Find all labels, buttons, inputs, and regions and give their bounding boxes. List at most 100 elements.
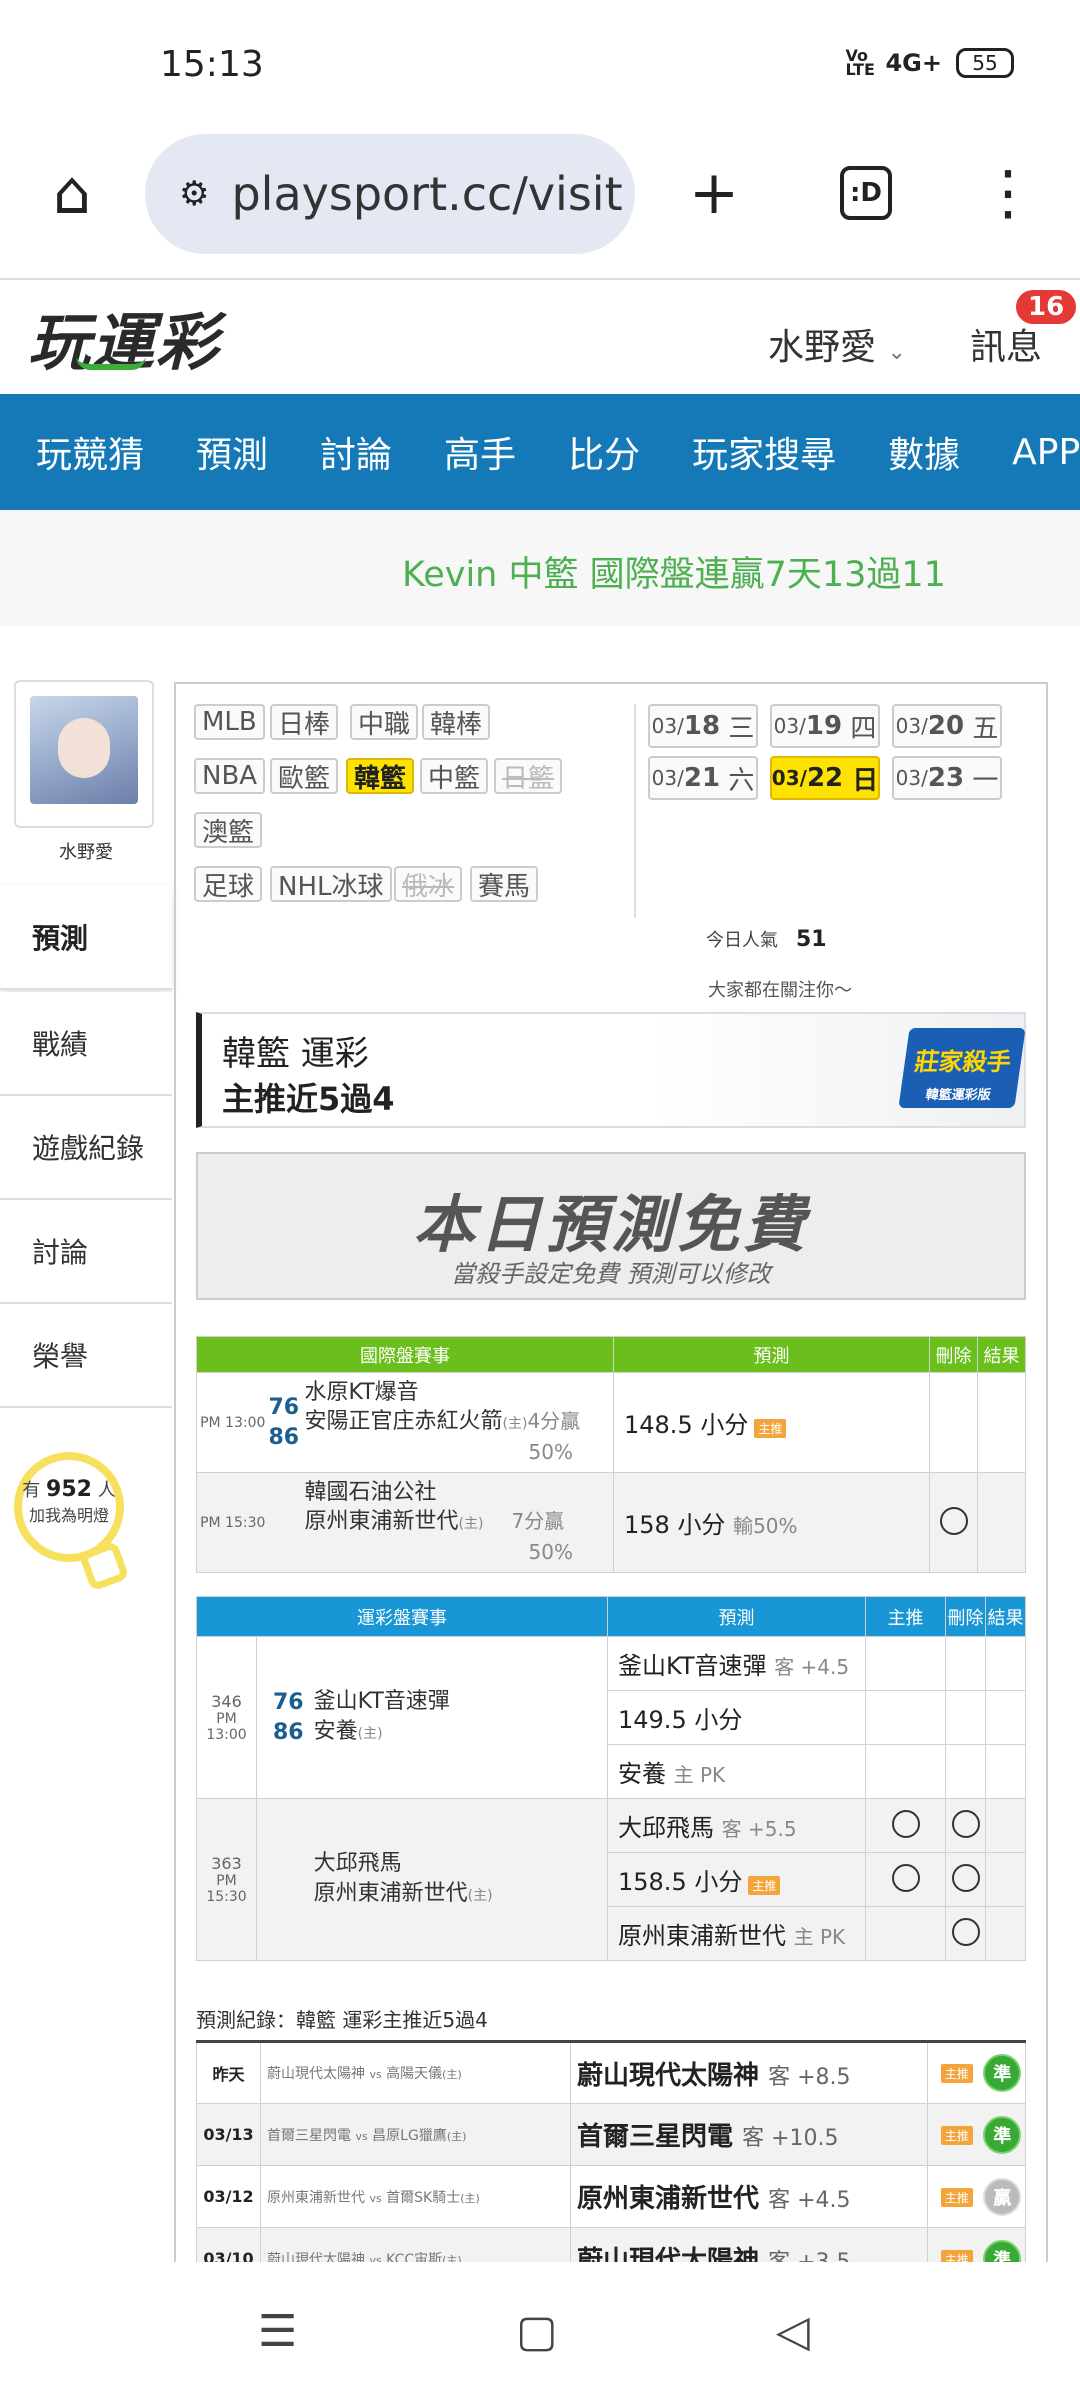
follow-lightbulb-button[interactable]: 有 952 人 加我為明燈 bbox=[14, 1452, 130, 1592]
prediction: 158.5 小分 bbox=[618, 1868, 743, 1896]
league-mlb[interactable]: MLB bbox=[194, 704, 265, 740]
fans-prefix: 有 bbox=[22, 1480, 41, 1501]
record-date: 03/13 bbox=[196, 2103, 261, 2166]
league-horse-racing[interactable]: 賽馬 bbox=[470, 866, 539, 902]
nav-item[interactable]: 比分 bbox=[568, 426, 640, 478]
date-weekday: 五 bbox=[972, 713, 999, 744]
league-cba[interactable]: 中籃 bbox=[420, 758, 489, 794]
league-kbl[interactable]: 韓籃 bbox=[346, 758, 415, 794]
tab-switcher-label: :D bbox=[840, 166, 892, 220]
fans-suffix: 人 bbox=[97, 1480, 116, 1501]
record-date: 昨天 bbox=[196, 2041, 261, 2104]
league-kbo[interactable]: 韓棒 bbox=[422, 704, 491, 740]
date-month: 03/ bbox=[895, 766, 928, 790]
record-home-mark: (主) bbox=[446, 2129, 467, 2143]
signal-icon: 4G+ bbox=[885, 49, 942, 77]
col-header: 刪除 bbox=[945, 1596, 986, 1637]
record-home: 首爾SK騎士 bbox=[386, 2189, 461, 2206]
table-row: 03/13 首爾三星閃電 vs 昌原LG獵鷹(主) 首爾三星閃電 客 +10.5… bbox=[196, 2103, 1026, 2166]
nav-item[interactable]: APP bbox=[1012, 432, 1080, 473]
avatar[interactable] bbox=[14, 680, 154, 828]
table-row: 346 PM 13:00 76 86 釜山KT音速彈 安養(主) 釜山KT音速彈 客 … bbox=[196, 1636, 1026, 1799]
prediction: 大邱飛馬 bbox=[618, 1814, 714, 1842]
col-header: 結果 bbox=[977, 1336, 1026, 1373]
message-count-badge: 16 bbox=[1016, 290, 1077, 324]
date-month: 03/ bbox=[771, 766, 807, 790]
date-weekday: 一 bbox=[972, 765, 999, 796]
prediction: 158 小分 bbox=[624, 1511, 726, 1539]
home-score: 86 bbox=[273, 1719, 304, 1745]
record-line: 客 +8.5 bbox=[768, 2064, 851, 2090]
nav-item[interactable]: 數據 bbox=[888, 426, 960, 478]
prediction: 149.5 小分 bbox=[618, 1706, 743, 1734]
date-0322[interactable]: 03/22 日 bbox=[770, 756, 880, 800]
col-header: 國際盤賽事 bbox=[196, 1336, 614, 1373]
league-nhl[interactable]: NHL冰球 bbox=[270, 866, 392, 902]
result-badge: 準 bbox=[983, 2054, 1022, 2092]
league-nba[interactable]: NBA bbox=[194, 758, 266, 794]
main-pick-tag: 主推 bbox=[748, 1876, 781, 1895]
fans-cta: 加我為明燈 bbox=[28, 1506, 109, 1525]
league-jp-basketball[interactable]: 日籃 bbox=[494, 758, 563, 794]
user-menu[interactable]: 水野愛 ⌄ bbox=[768, 318, 906, 370]
sidebar-item-record[interactable]: 戰績 bbox=[0, 992, 172, 1096]
new-tab-icon[interactable]: + bbox=[674, 153, 754, 233]
back-icon[interactable]: ◁ bbox=[776, 2306, 810, 2357]
date-weekday: 四 bbox=[850, 713, 877, 744]
league-cpbl[interactable]: 中職 bbox=[350, 704, 419, 740]
killer-badge: 莊家殺手 韓籃運彩版 bbox=[898, 1028, 1026, 1108]
site-logo[interactable]: 玩運彩 bbox=[28, 292, 220, 382]
address-bar[interactable]: ⚙ playsport.cc/visit bbox=[145, 134, 635, 254]
date-month: 03/ bbox=[895, 714, 928, 738]
free-sub: 當殺手設定免費 預測可以修改 bbox=[451, 1260, 771, 1288]
main-pick-tag: 主推 bbox=[754, 1419, 787, 1438]
sidebar-item-honor[interactable]: 榮譽 bbox=[0, 1304, 172, 1408]
sidebar-item-predict[interactable]: 預測 bbox=[0, 886, 172, 990]
league-soccer[interactable]: 足球 bbox=[194, 866, 263, 902]
date-0323[interactable]: 03/23 一 bbox=[892, 756, 1002, 800]
date-0320[interactable]: 03/20 五 bbox=[892, 704, 1002, 748]
game-no: 346 bbox=[211, 1692, 242, 1711]
delete-radio[interactable] bbox=[939, 1506, 968, 1535]
killer-banner: 韓籃 運彩 主推近5過4 莊家殺手 韓籃運彩版 bbox=[196, 1012, 1026, 1128]
date-0321[interactable]: 03/21 六 bbox=[648, 756, 758, 800]
main-pick-radio[interactable] bbox=[891, 1863, 920, 1892]
delete-radio[interactable] bbox=[951, 1863, 980, 1892]
ticker-text[interactable]: Kevin 中籃 國際盤連贏7天13過11 bbox=[402, 546, 946, 597]
main-nav: 玩競猜 預測 討論 高手 比分 玩家搜尋 數據 APP bbox=[0, 394, 1080, 510]
site-settings-icon[interactable]: ⚙ bbox=[179, 174, 209, 214]
main-pick-radio[interactable] bbox=[891, 1809, 920, 1838]
date-0319[interactable]: 03/19 四 bbox=[770, 704, 880, 748]
messages-link[interactable]: 訊息 bbox=[970, 318, 1042, 370]
sidebar-item-discuss[interactable]: 討論 bbox=[0, 1200, 172, 1304]
more-menu-icon[interactable]: ⋮ bbox=[968, 153, 1048, 233]
sidebar-item-game-log[interactable]: 遊戲紀錄 bbox=[0, 1096, 172, 1200]
home-button-icon[interactable]: ▢ bbox=[516, 2306, 558, 2357]
recent-apps-icon[interactable]: ☰ bbox=[258, 2306, 297, 2357]
league-nbl[interactable]: 澳籃 bbox=[194, 812, 263, 848]
game-time: PM 13:00 bbox=[196, 1372, 269, 1473]
date-month: 03/ bbox=[651, 766, 684, 790]
date-day: 19 bbox=[805, 711, 843, 741]
league-euro-basketball[interactable]: 歐籃 bbox=[270, 758, 339, 794]
date-0318[interactable]: 03/18 三 bbox=[648, 704, 758, 748]
nav-item[interactable]: 玩競猜 bbox=[36, 426, 144, 478]
delete-radio[interactable] bbox=[951, 1809, 980, 1838]
nav-item[interactable]: 預測 bbox=[196, 426, 268, 478]
prediction: 148.5 小分 bbox=[624, 1411, 749, 1439]
date-month: 03/ bbox=[773, 714, 806, 738]
fans-count: 952 bbox=[46, 1477, 92, 1502]
record-home: 高陽天儀 bbox=[386, 2066, 443, 2082]
nav-item[interactable]: 高手 bbox=[444, 426, 516, 478]
intl-table: 國際盤賽事 預測 刪除 結果 PM 13:00 76 86 水原KT爆音 安陽正官… bbox=[196, 1336, 1026, 1573]
tab-switcher-button[interactable]: :D bbox=[826, 153, 906, 233]
league-jp-baseball[interactable]: 日棒 bbox=[270, 704, 339, 740]
away-team: 大邱飛馬 bbox=[313, 1850, 402, 1876]
league-khl[interactable]: 俄冰 bbox=[394, 866, 463, 902]
nav-item[interactable]: 討論 bbox=[320, 426, 392, 478]
home-icon[interactable]: ⌂ bbox=[32, 153, 112, 233]
table-row: PM 15:30 韓國石油公社 原州東浦新世代(主) 7分贏 50% 158 小… bbox=[196, 1472, 1026, 1573]
nav-item[interactable]: 玩家搜尋 bbox=[692, 426, 836, 478]
record-vs: vs bbox=[369, 2068, 382, 2081]
delete-radio[interactable] bbox=[951, 1917, 980, 1946]
